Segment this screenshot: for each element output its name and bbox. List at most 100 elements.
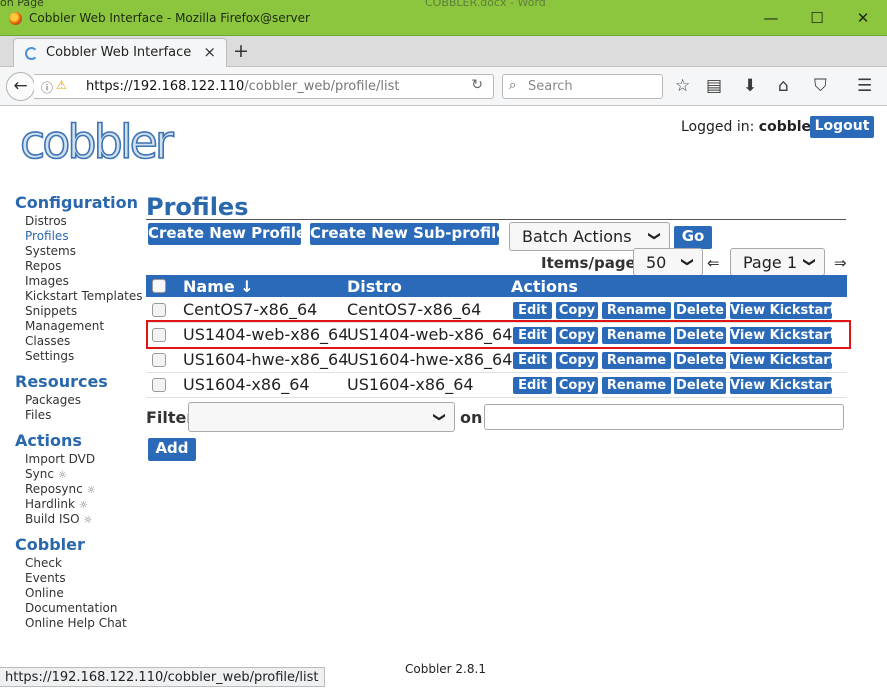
- sidebar-item-distros[interactable]: Distros: [25, 214, 67, 228]
- sidebar-item-repos[interactable]: Repos: [25, 259, 61, 273]
- next-page-arrow[interactable]: ⇒: [834, 254, 847, 272]
- maximize-button[interactable]: ☐: [806, 7, 828, 29]
- row-checkbox[interactable]: [152, 353, 166, 367]
- sidebar-item-hardlink[interactable]: Hardlink ☼: [25, 497, 88, 511]
- filter-value-input[interactable]: [484, 404, 844, 430]
- sidebar-item-packages[interactable]: Packages: [25, 393, 81, 407]
- search-bar[interactable]: ⌕ Search: [502, 74, 663, 99]
- sidebar-item-settings[interactable]: Settings: [25, 349, 74, 363]
- chevron-down-icon: ❯: [432, 411, 447, 423]
- view-kickstart-button[interactable]: View Kickstart: [730, 352, 836, 369]
- new-tab-button[interactable]: +: [233, 40, 249, 62]
- profile-distro: CentOS7-x86_64: [347, 300, 482, 319]
- insecure-lock-icon[interactable]: ⚠: [56, 78, 67, 92]
- view-kickstart-button[interactable]: View Kickstart: [730, 377, 836, 394]
- go-button[interactable]: Go: [674, 226, 712, 249]
- column-header-name[interactable]: Name ↓: [183, 277, 254, 296]
- reading-list-icon[interactable]: ▤: [706, 76, 722, 96]
- url-text[interactable]: https://192.168.122.110/cobbler_web/prof…: [86, 79, 400, 94]
- cobbler-logo: cobbler: [19, 115, 178, 170]
- copy-button[interactable]: Copy: [556, 302, 598, 319]
- tab-close-icon[interactable]: ×: [203, 43, 216, 61]
- sidebar-item-online[interactable]: Online: [25, 586, 64, 600]
- items-per-page-select[interactable]: 50 ❯: [633, 248, 703, 276]
- edit-button[interactable]: Edit: [513, 352, 552, 369]
- sidebar-item-online-help-chat[interactable]: Online Help Chat: [25, 616, 127, 630]
- profile-distro: US1604-hwe-x86_64: [347, 350, 513, 369]
- chevron-down-icon: ❯: [647, 230, 662, 242]
- sidebar-item-check[interactable]: Check: [25, 556, 62, 570]
- home-icon[interactable]: ⌂: [778, 76, 789, 96]
- highlight-annotation-box: [146, 320, 851, 349]
- minimize-button[interactable]: —: [760, 7, 782, 29]
- filter-field-select[interactable]: ❯: [188, 402, 455, 432]
- status-bar-url: https://192.168.122.110/cobbler_web/prof…: [0, 667, 325, 687]
- navigation-toolbar: ← ⓘ ⚠ https://192.168.122.110/cobbler_we…: [0, 67, 887, 106]
- column-header-actions: Actions: [511, 277, 578, 296]
- copy-button[interactable]: Copy: [556, 377, 598, 394]
- delete-button[interactable]: Delete: [674, 377, 726, 394]
- build-iso-label: Build ISO: [25, 512, 80, 526]
- sidebar-item-import-dvd[interactable]: Import DVD: [25, 452, 95, 466]
- add-filter-button[interactable]: Add: [148, 438, 196, 461]
- hardlink-label: Hardlink: [25, 497, 75, 511]
- background-window-text: on Page: [0, 0, 44, 9]
- sidebar-item-classes[interactable]: Classes: [25, 334, 70, 348]
- sidebar-heading-configuration: Configuration: [15, 193, 139, 212]
- firefox-logo-icon: [9, 12, 22, 25]
- sidebar-item-systems[interactable]: Systems: [25, 244, 76, 258]
- create-new-profile-button[interactable]: Create New Profile: [148, 223, 306, 245]
- sidebar-item-reposync[interactable]: Reposync ☼: [25, 482, 96, 496]
- menu-icon[interactable]: ☰: [857, 76, 872, 96]
- close-window-button[interactable]: ✕: [852, 7, 874, 29]
- sidebar-item-build-iso[interactable]: Build ISO ☼: [25, 512, 93, 526]
- sidebar-item-kickstart-templates[interactable]: Kickstart Templates: [25, 289, 143, 303]
- url-bar[interactable]: ⓘ ⚠ https://192.168.122.110/cobbler_web/…: [34, 74, 494, 99]
- reload-icon[interactable]: ↻: [471, 77, 483, 93]
- sidebar-item-documentation[interactable]: Documentation: [25, 601, 118, 615]
- info-icon[interactable]: ⓘ: [41, 79, 53, 96]
- tab-cobbler-web-interface[interactable]: Cobbler Web Interface ×: [13, 38, 227, 68]
- sync-label: Sync: [25, 467, 54, 481]
- gear-icon: ☼: [78, 500, 88, 511]
- edit-button[interactable]: Edit: [513, 377, 552, 394]
- logged-in-status: Logged in: cobbler: [681, 119, 818, 135]
- create-new-subprofile-button[interactable]: Create New Sub-profile: [310, 223, 506, 245]
- search-placeholder: Search: [528, 79, 573, 94]
- page-select[interactable]: Page 1 ❯: [730, 248, 825, 276]
- delete-button[interactable]: Delete: [674, 352, 726, 369]
- logout-button[interactable]: Logout: [810, 116, 874, 138]
- back-button[interactable]: ←: [6, 72, 35, 101]
- row-checkbox[interactable]: [152, 303, 166, 317]
- copy-button[interactable]: Copy: [556, 352, 598, 369]
- rename-button[interactable]: Rename: [602, 377, 671, 394]
- on-label: on: [460, 408, 483, 427]
- sidebar-item-images[interactable]: Images: [25, 274, 69, 288]
- profile-name: US1604-x86_64: [183, 375, 310, 394]
- sidebar-item-files[interactable]: Files: [25, 408, 51, 422]
- select-all-checkbox[interactable]: [152, 279, 166, 293]
- sidebar-item-profiles[interactable]: Profiles: [25, 229, 69, 243]
- logo-text: cobbler: [20, 115, 174, 169]
- view-kickstart-button[interactable]: View Kickstart: [730, 302, 836, 319]
- sidebar-item-snippets[interactable]: Snippets: [25, 304, 77, 318]
- page-value: Page 1: [743, 253, 797, 272]
- sidebar-item-events[interactable]: Events: [25, 571, 66, 585]
- sidebar-item-management[interactable]: Management: [25, 319, 104, 333]
- downloads-icon[interactable]: ⬇: [743, 76, 757, 96]
- table-row: US1604-hwe-x86_64 US1604-hwe-x86_64 Edit…: [146, 348, 847, 373]
- sidebar-item-sync[interactable]: Sync ☼: [25, 467, 67, 481]
- search-icon: ⌕: [509, 78, 517, 93]
- reposync-label: Reposync: [25, 482, 83, 496]
- delete-button[interactable]: Delete: [674, 302, 726, 319]
- prev-page-arrow[interactable]: ⇐: [707, 254, 720, 272]
- bookmark-star-icon[interactable]: ☆: [675, 76, 690, 96]
- batch-actions-select[interactable]: Batch Actions ❯: [509, 222, 670, 251]
- rename-button[interactable]: Rename: [602, 302, 671, 319]
- rename-button[interactable]: Rename: [602, 352, 671, 369]
- edit-button[interactable]: Edit: [513, 302, 552, 319]
- pocket-icon[interactable]: ⛉: [814, 76, 827, 96]
- row-checkbox[interactable]: [152, 378, 166, 392]
- items-per-page-label: Items/page:: [541, 254, 642, 272]
- logged-in-label: Logged in:: [681, 119, 755, 135]
